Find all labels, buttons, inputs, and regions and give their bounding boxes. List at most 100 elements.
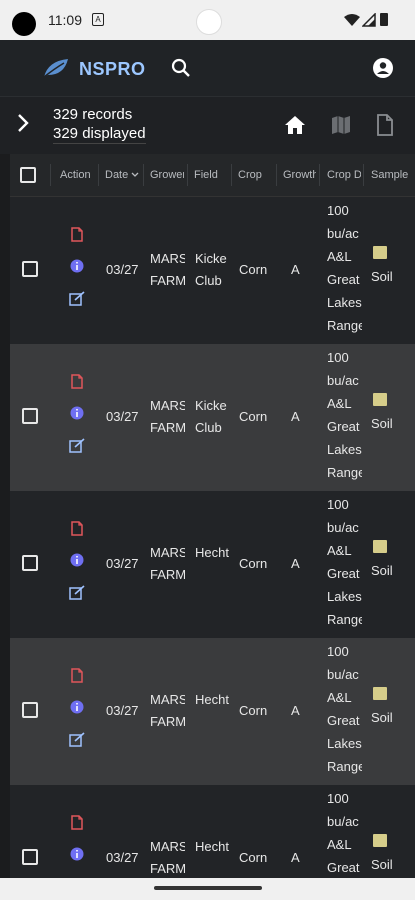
select-all-checkbox[interactable] (20, 167, 36, 183)
table-row[interactable]: 03/27 MARS FARM Hecht Corn A 100 bu/ac A… (10, 491, 415, 639)
info-icon[interactable] (70, 700, 84, 714)
edit-icon[interactable] (69, 291, 85, 307)
cell-growth: A (291, 850, 300, 865)
cell-field: Hecht (195, 545, 229, 560)
cell-grower: FARM (150, 861, 185, 876)
cell-growth: A (291, 556, 300, 571)
cell-growth: A (291, 703, 300, 718)
battery-icon (380, 13, 388, 26)
crop-detail-line: bu/ac (327, 226, 359, 241)
sample-color-swatch (373, 540, 387, 553)
cell-crop-detail: 100 bu/ac A&L Great Lakes Range (327, 199, 362, 337)
edit-icon[interactable] (69, 438, 85, 454)
cell-grower: FARM (150, 273, 185, 288)
header-sample[interactable]: Sample (371, 154, 415, 196)
crop-detail-line: bu/ac (327, 520, 359, 535)
cell-crop: Corn (239, 850, 268, 865)
cell-date: 03/27 (106, 556, 139, 571)
header-action[interactable]: Action (60, 154, 96, 196)
header-crop-detail[interactable]: Crop D (327, 154, 361, 196)
cell-grower: MARS (150, 398, 185, 413)
cell-sample: Soil (371, 416, 393, 431)
pdf-file-icon[interactable] (71, 374, 83, 389)
crop-detail-line: Great (327, 419, 360, 434)
cell-sample: Soil (371, 710, 393, 725)
crop-detail-line: A&L (327, 249, 352, 264)
grid-header: Action Date Grower Field Crop Growth Cro… (10, 154, 415, 197)
signal-icon (362, 13, 376, 27)
crop-detail-line: 100 (327, 203, 349, 218)
cell-crop: Corn (239, 703, 268, 718)
chevron-right-icon[interactable] (16, 112, 30, 134)
pdf-file-icon[interactable] (71, 227, 83, 242)
cell-crop-detail: 100 bu/ac A&L Great Lakes Range (327, 787, 362, 878)
home-gesture-handle[interactable] (154, 886, 262, 890)
row-checkbox[interactable] (22, 261, 38, 277)
crop-detail-line: A&L (327, 396, 352, 411)
table-row[interactable]: 03/27 MARS FARM Kicke Club Corn A 100 bu… (10, 344, 415, 492)
crop-detail-line: Great (327, 860, 360, 875)
crop-detail-line: bu/ac (327, 373, 359, 388)
account-icon[interactable] (372, 57, 394, 79)
info-icon[interactable] (70, 553, 84, 567)
home-icon[interactable] (284, 114, 306, 136)
cell-growth: A (291, 409, 300, 424)
cell-sample: Soil (371, 857, 393, 872)
crop-detail-line: Lakes (327, 295, 362, 310)
notification-icon: A (92, 13, 104, 26)
crop-detail-line: Lakes (327, 736, 362, 751)
cell-crop: Corn (239, 409, 268, 424)
document-icon[interactable] (376, 114, 394, 136)
edit-icon[interactable] (69, 732, 85, 748)
cell-grower: MARS (150, 545, 185, 560)
cell-field: Kicke (195, 251, 227, 266)
cell-date: 03/27 (106, 409, 139, 424)
crop-detail-line: A&L (327, 690, 352, 705)
cell-growth: A (291, 262, 300, 277)
header-growth[interactable]: Growth (283, 154, 316, 196)
record-counts: 329 records 329 displayed (53, 105, 146, 144)
row-checkbox[interactable] (22, 555, 38, 571)
crop-detail-line: Range (327, 612, 362, 627)
edit-icon[interactable] (69, 585, 85, 601)
cell-grower: MARS (150, 692, 185, 707)
sample-color-swatch (373, 246, 387, 259)
row-checkbox[interactable] (22, 849, 38, 865)
cell-field: Kicke (195, 398, 227, 413)
crop-detail-line: Great (327, 566, 360, 581)
cell-date: 03/27 (106, 262, 139, 277)
map-icon[interactable] (330, 114, 352, 136)
row-checkbox[interactable] (22, 408, 38, 424)
search-icon[interactable] (170, 57, 192, 79)
header-field[interactable]: Field (194, 154, 228, 196)
pdf-file-icon[interactable] (71, 521, 83, 536)
crop-detail-line: A&L (327, 543, 352, 558)
table-row[interactable]: 03/27 MARS FARM Kicke Club Corn A 100 bu… (10, 197, 415, 345)
info-icon[interactable] (70, 847, 84, 861)
info-icon[interactable] (70, 259, 84, 273)
header-grower[interactable]: Grower (150, 154, 184, 196)
cell-grower: MARS (150, 251, 185, 266)
cell-grower: FARM (150, 567, 185, 582)
data-grid: Action Date Grower Field Crop Growth Cro… (0, 154, 415, 878)
records-count: 329 records (53, 106, 133, 123)
crop-detail-line: Lakes (327, 589, 362, 604)
crop-detail-line: Range (327, 759, 362, 774)
camera-icon (12, 12, 36, 36)
cell-crop-detail: 100 bu/ac A&L Great Lakes Range (327, 346, 362, 484)
table-row[interactable]: 03/27 MARS FARM Hecht Corn A 100 bu/ac A… (10, 638, 415, 786)
header-crop[interactable]: Crop (238, 154, 268, 196)
wifi-icon (344, 14, 360, 26)
cell-crop-detail: 100 bu/ac A&L Great Lakes Range (327, 493, 362, 631)
crop-detail-line: A&L (327, 837, 352, 852)
cell-field: Hecht (195, 839, 229, 854)
table-row[interactable]: 03/27 MARS FARM Hecht Corn A 100 bu/ac A… (10, 785, 415, 878)
cell-sample: Soil (371, 269, 393, 284)
pdf-file-icon[interactable] (71, 668, 83, 683)
info-icon[interactable] (70, 406, 84, 420)
front-camera-icon (196, 9, 222, 35)
sample-color-swatch (373, 687, 387, 700)
pdf-file-icon[interactable] (71, 815, 83, 830)
row-checkbox[interactable] (22, 702, 38, 718)
crop-detail-line: 100 (327, 350, 349, 365)
